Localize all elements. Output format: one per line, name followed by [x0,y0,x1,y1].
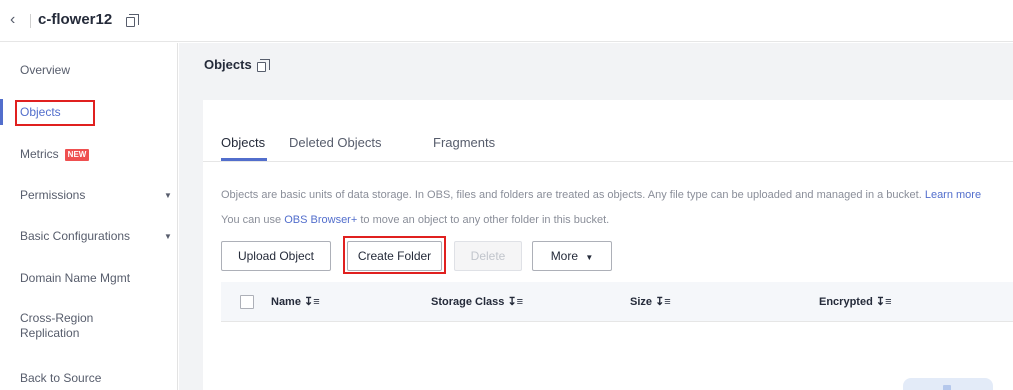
tab-fragments[interactable]: Fragments [433,135,495,151]
info-text: to move an object to any other folder in… [360,214,610,226]
info-text: You can use [221,214,282,226]
info-text-line2: You can use OBS Browser+ to move an obje… [221,213,609,227]
tab-objects[interactable]: Objects [221,135,265,151]
column-label: Encrypted [819,296,873,308]
column-label: Storage Class [431,296,505,308]
top-bar: ‹ c-flower12 [0,0,1013,42]
column-header-name[interactable]: Name ↧≡ [271,295,320,309]
caret-down-icon[interactable]: ▼ [164,232,172,241]
sidebar-item-label: Metrics [20,147,59,161]
column-label: Size [630,296,653,308]
main-content: Objects Objects Deleted Objects Fragment… [179,43,1013,390]
highlight-box-create-folder [343,236,446,274]
info-text-line1: Objects are basic units of data storage.… [221,188,981,202]
more-button[interactable]: More ▼ [532,241,612,271]
caret-down-icon[interactable]: ▼ [164,191,172,200]
bucket-name: c-flower12 [38,11,113,28]
column-header-size[interactable]: Size ↧≡ [630,295,671,309]
highlight-box-objects [15,100,95,126]
sidebar-item-back-to-source[interactable]: Back to Source [20,371,101,386]
page-header: Objects [179,43,1013,86]
copy-icon[interactable] [126,14,139,27]
new-badge: NEW [64,149,90,161]
active-indicator [0,99,3,125]
upload-object-button[interactable]: Upload Object [221,241,331,271]
sidebar-item-basic-configurations[interactable]: Basic Configurations [20,229,130,244]
learn-more-link[interactable]: Learn more [925,189,981,201]
column-header-storage-class[interactable]: Storage Class ↧≡ [431,295,523,309]
column-label: Name [271,296,301,308]
sidebar: Overview Objects Metrics NEW Permissions … [0,43,178,390]
obs-browser-link[interactable]: OBS Browser+ [284,214,357,226]
column-header-encrypted[interactable]: Encrypted ↧≡ [819,295,892,309]
page-title: Objects [204,57,252,72]
chevron-left-icon[interactable]: ‹ [10,12,15,28]
delete-button[interactable]: Delete [454,241,522,271]
header-divider [30,14,31,28]
sidebar-item-permissions[interactable]: Permissions [20,188,85,203]
tab-deleted-objects[interactable]: Deleted Objects [289,135,382,151]
select-all-checkbox[interactable] [240,295,254,309]
sidebar-item-cross-region-replication[interactable]: Cross-Region Replication [20,311,130,341]
caret-down-icon: ▼ [585,253,594,262]
sidebar-item-overview[interactable]: Overview [20,63,70,78]
sort-icon[interactable]: ↧≡ [876,296,892,308]
copy-icon[interactable] [257,59,270,72]
sort-icon[interactable]: ↧≡ [655,296,671,308]
sort-icon[interactable]: ↧≡ [507,296,523,308]
table-header: Name ↧≡ Storage Class ↧≡ Size ↧≡ Encrypt… [221,282,1013,322]
info-text: Objects are basic units of data storage.… [221,189,922,201]
active-tab-underline [221,158,267,161]
tab-bar: Objects Deleted Objects Fragments [203,100,1013,162]
objects-card: Objects Deleted Objects Fragments Object… [203,100,1013,390]
empty-state-icon [943,385,951,390]
sidebar-item-domain-name-mgmt[interactable]: Domain Name Mgmt [20,271,130,286]
sidebar-item-metrics[interactable]: Metrics NEW [20,147,90,162]
more-label: More [550,249,579,263]
sort-icon[interactable]: ↧≡ [304,296,320,308]
